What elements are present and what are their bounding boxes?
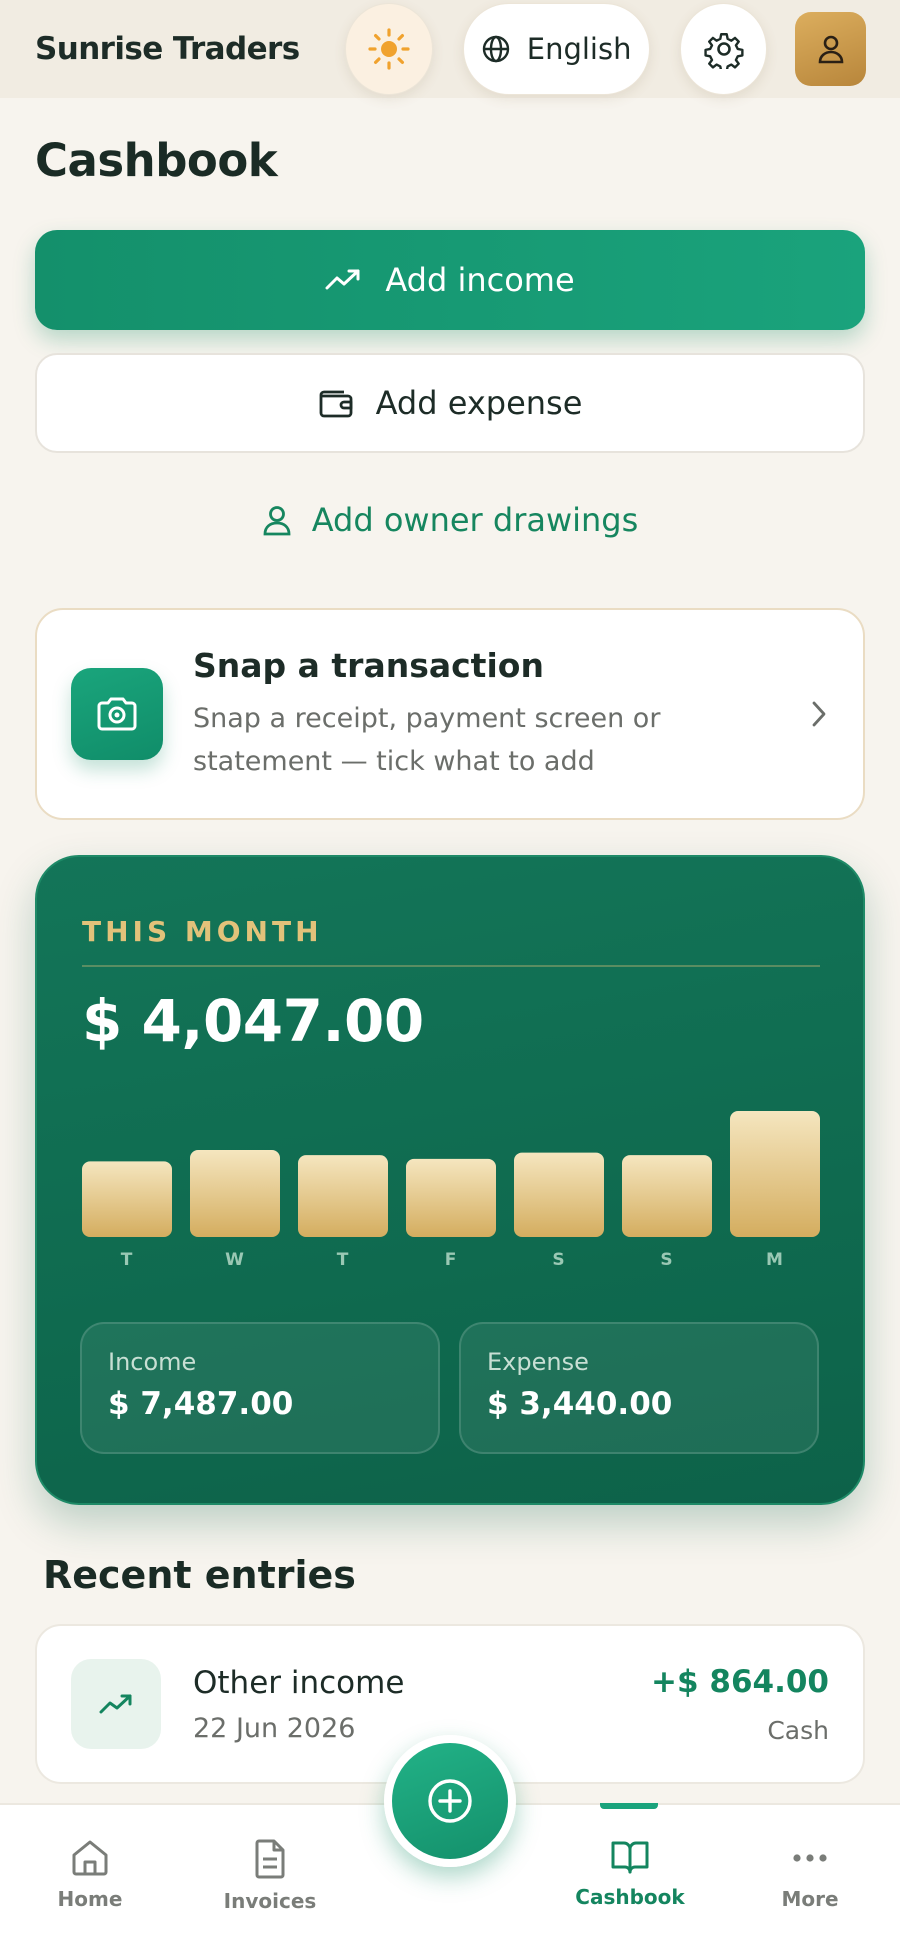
camera-icon	[97, 697, 137, 731]
add-income-button[interactable]: Add income	[35, 230, 865, 330]
nav-item-more[interactable]: More	[735, 1805, 885, 1949]
home-icon	[72, 1840, 108, 1876]
nav-item-cashbook[interactable]: Cashbook	[555, 1805, 705, 1949]
book-open-icon	[611, 1841, 649, 1874]
bar-2	[298, 1155, 388, 1237]
globe-icon	[482, 35, 509, 63]
snap-transaction-card[interactable]: Snap a transaction Snap a receipt, payme…	[35, 608, 865, 820]
add-owner-drawings-button[interactable]: Add owner drawings	[35, 480, 865, 560]
settings-button[interactable]	[679, 3, 768, 95]
add-drawings-label: Add owner drawings	[311, 501, 639, 539]
bar-6	[730, 1111, 820, 1237]
user-icon	[818, 35, 844, 64]
expense-label: Expense	[487, 1348, 589, 1376]
nav-label-cashbook: Cashbook	[575, 1885, 685, 1909]
income-value: $ 7,487.00	[108, 1386, 294, 1422]
snap-text: Snap a transaction Snap a receipt, payme…	[193, 646, 809, 783]
bar-3	[406, 1158, 496, 1237]
wallet-icon	[319, 390, 352, 418]
more-dots-icon	[793, 1854, 827, 1862]
gear-icon	[703, 33, 744, 69]
weekly-bar-chart	[82, 1111, 820, 1237]
recent-entries-title: Recent entries	[43, 1553, 356, 1597]
page-title: Cashbook	[35, 134, 278, 187]
bar-label-3: F	[444, 1250, 458, 1270]
bar-label-1: W	[225, 1250, 245, 1270]
bar-0	[82, 1161, 172, 1237]
document-icon	[255, 1839, 285, 1879]
entry-text: Other income 22 Jun 2026	[193, 1665, 651, 1744]
theme-toggle-button[interactable]	[344, 3, 433, 95]
snap-title: Snap a transaction	[193, 645, 544, 685]
income-label: Income	[108, 1348, 197, 1376]
profile-avatar-button[interactable]	[795, 12, 866, 86]
bar-label-5: S	[660, 1250, 674, 1270]
entry-amount: +$ 864.00	[651, 1663, 829, 1700]
bar-label-4: S	[552, 1250, 566, 1270]
add-income-label: Add income	[385, 261, 575, 299]
bar-label-0: T	[120, 1250, 134, 1270]
add-expense-label: Add expense	[375, 384, 583, 422]
language-label: English	[526, 32, 632, 66]
entry-date: 22 Jun 2026	[193, 1712, 356, 1744]
bar-1	[190, 1150, 280, 1237]
expense-summary: Expense $ 3,440.00	[459, 1322, 819, 1454]
brand-name: Sunrise Traders	[35, 31, 300, 67]
sun-icon	[368, 28, 410, 70]
camera-icon-tile	[71, 668, 163, 760]
top-bar: Sunrise Traders English	[0, 0, 900, 98]
nav-label-home: Home	[57, 1887, 123, 1911]
active-nav-indicator	[600, 1803, 658, 1809]
entry-name: Other income	[193, 1664, 405, 1701]
expense-value: $ 3,440.00	[487, 1386, 673, 1422]
income-summary: Income $ 7,487.00	[80, 1322, 440, 1454]
bar-5	[622, 1155, 712, 1237]
entry-right: +$ 864.00 Cash	[651, 1664, 829, 1745]
nav-item-invoices[interactable]: Invoices	[195, 1805, 345, 1949]
chevron-right-icon	[812, 701, 826, 727]
bar-label-2: T	[336, 1250, 350, 1270]
nav-label-more: More	[781, 1887, 839, 1911]
plus-circle-icon	[428, 1779, 472, 1823]
trending-up-icon	[99, 1694, 132, 1714]
snap-description: Snap a receipt, payment screen or statem…	[193, 702, 661, 777]
this-month-card: THIS MONTH $ 4,047.00 TWTFSSM Income $ 7…	[35, 855, 865, 1505]
add-expense-button[interactable]: Add expense	[35, 353, 865, 453]
entry-method: Cash	[767, 1715, 829, 1745]
language-selector[interactable]: English	[462, 3, 650, 95]
nav-label-invoices: Invoices	[223, 1889, 317, 1913]
income-entry-icon-tile	[71, 1659, 161, 1749]
bar-label-6: M	[766, 1250, 784, 1270]
bar-4	[514, 1152, 604, 1237]
nav-item-home[interactable]: Home	[15, 1805, 165, 1949]
quick-add-fab[interactable]	[384, 1735, 516, 1867]
trending-up-icon	[325, 269, 360, 290]
user-icon	[263, 506, 291, 536]
